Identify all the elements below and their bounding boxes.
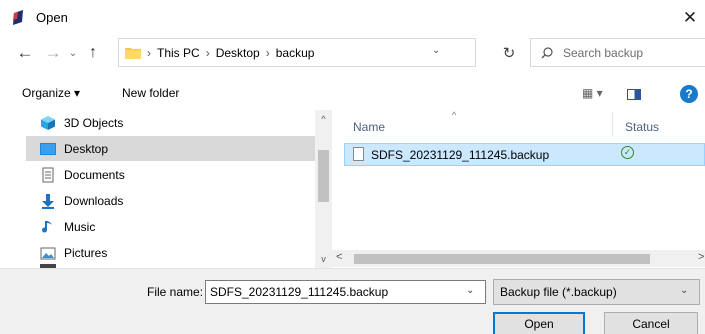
column-header-name[interactable]: Name (353, 120, 385, 134)
file-type-select[interactable]: Backup file (*.backup) (493, 279, 700, 305)
cancel-button[interactable]: Cancel (604, 312, 698, 334)
breadcrumb-backup[interactable]: backup (276, 46, 315, 60)
desktop-icon (40, 142, 56, 155)
recent-locations-button[interactable]: ⌄ (66, 44, 80, 62)
scroll-down-icon[interactable]: v (315, 252, 332, 266)
search-input[interactable]: Search backup (530, 38, 705, 67)
horizontal-scrollbar-thumb[interactable] (354, 254, 650, 264)
refresh-button[interactable]: ↻ (497, 41, 521, 65)
sidebar-item-3d-objects[interactable]: 3D Objects (26, 110, 315, 135)
organize-button[interactable]: Organize ▾ (22, 86, 80, 100)
sidebar-item-desktop[interactable]: Desktop (26, 136, 315, 161)
search-icon (541, 46, 553, 58)
sidebar-item-pictures[interactable]: Pictures (26, 240, 315, 265)
sidebar-item-label: Downloads (64, 193, 124, 208)
file-icon (353, 147, 364, 161)
open-button[interactable]: Open (493, 312, 585, 334)
sidebar-item-label: Desktop (64, 141, 109, 156)
sort-ascending-icon: ^ (452, 110, 457, 120)
cube-icon (41, 115, 55, 130)
new-folder-button[interactable]: New folder (122, 86, 179, 100)
sidebar-item-label: Documents (64, 167, 125, 182)
sidebar-item-label: 3D Objects (64, 115, 124, 130)
chevron-down-icon[interactable]: ⌄ (466, 285, 474, 296)
sync-status-icon: ✓ (621, 146, 634, 159)
folder-icon (125, 48, 141, 59)
download-icon (42, 193, 54, 209)
sidebar-item-music[interactable]: Music (26, 214, 315, 239)
column-header-status[interactable]: Status (625, 120, 659, 134)
sidebar-item-label: Pictures (64, 245, 108, 260)
close-button[interactable]: ✕ (676, 4, 704, 32)
scroll-up-icon[interactable]: ^ (315, 112, 332, 126)
sidebar-item-documents[interactable]: Documents (26, 162, 315, 187)
help-button[interactable]: ? (680, 85, 698, 103)
search-placeholder: Search backup (563, 45, 644, 60)
file-name-input[interactable]: SDFS_20231129_111245.backup (205, 280, 486, 304)
sidebar-item-label: Music (64, 219, 96, 234)
document-icon (42, 167, 54, 182)
title-bar (0, 0, 705, 36)
up-button[interactable]: ↑ (82, 42, 104, 64)
file-name-label: File name: (147, 285, 204, 299)
navigation-scrollbar-thumb[interactable] (318, 150, 329, 202)
scroll-right-icon[interactable]: > (698, 251, 704, 263)
column-divider[interactable] (612, 112, 613, 136)
navigation-pane: 3D Objects Desktop Documents Downloads M… (0, 110, 315, 268)
breadcrumb-this-pc[interactable]: This PC (157, 46, 200, 60)
scroll-left-icon[interactable]: < (336, 251, 342, 263)
app-icon (13, 10, 23, 25)
back-button[interactable]: ← (14, 42, 36, 64)
address-bar[interactable]: › This PC › Desktop › backup ⌄ (118, 38, 476, 67)
chevron-down-icon[interactable]: ⌄ (680, 285, 688, 296)
view-options-button[interactable]: ▦ ▾ (582, 86, 603, 100)
breadcrumb-separator[interactable]: › (206, 46, 210, 60)
file-name[interactable]: SDFS_20231129_111245.backup (371, 148, 549, 162)
window-title: Open (36, 10, 68, 25)
sidebar-item-downloads[interactable]: Downloads (26, 188, 315, 213)
preview-pane-icon[interactable] (627, 89, 641, 100)
breadcrumb-separator[interactable]: › (266, 46, 270, 60)
breadcrumb-separator: › (147, 45, 151, 60)
picture-icon (40, 247, 56, 259)
music-icon (42, 220, 52, 233)
forward-button[interactable]: → (42, 42, 64, 64)
breadcrumb-desktop[interactable]: Desktop (216, 46, 260, 60)
chevron-down-icon[interactable]: ⌄ (432, 45, 440, 56)
